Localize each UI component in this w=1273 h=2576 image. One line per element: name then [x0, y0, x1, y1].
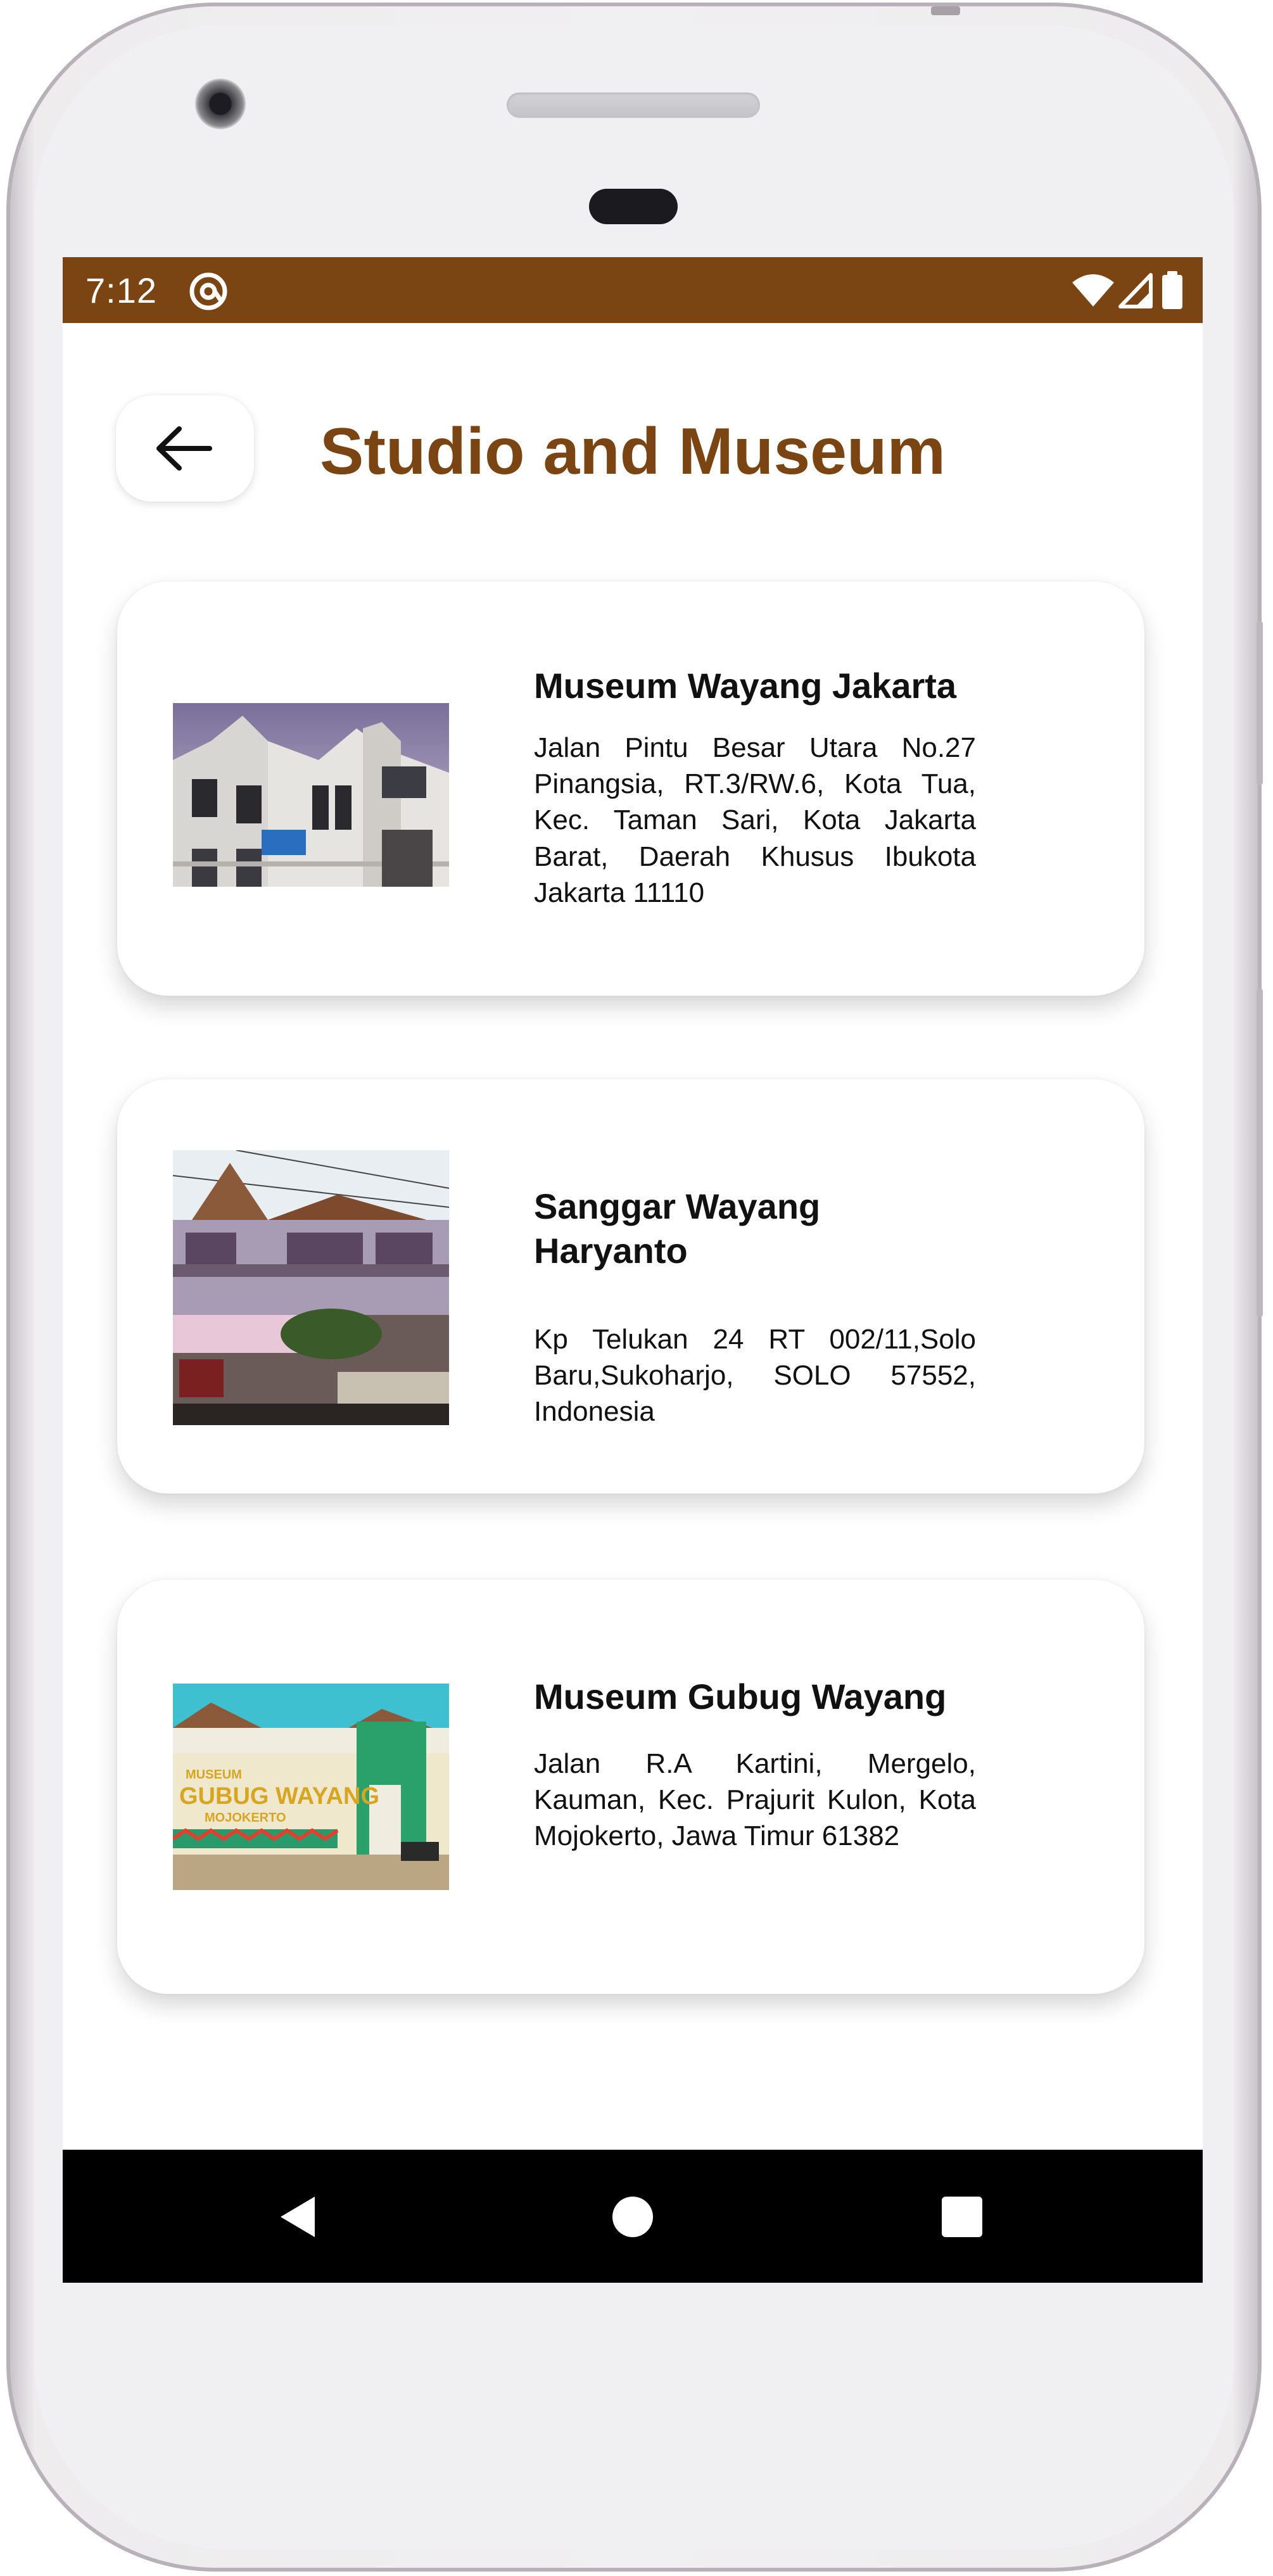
power-button: [1257, 621, 1263, 785]
museum-sign-text: GUBUG WAYANG: [179, 1783, 379, 1810]
place-address: Jalan R.A Kartini, Mergelo, Kauman, Kec.…: [534, 1748, 976, 1852]
place-image: [173, 1150, 449, 1425]
back-button[interactable]: [116, 395, 254, 502]
proximity-sensor: [589, 189, 678, 224]
home-circle-icon[interactable]: [610, 2194, 656, 2240]
place-address: Jalan Pintu Besar Utara No.27 Pinangsia,…: [534, 732, 976, 908]
place-info: Museum Wayang Jakarta Jalan Pintu Besar …: [534, 664, 976, 911]
earpiece-speaker: [507, 92, 760, 118]
front-camera: [195, 79, 246, 129]
place-image: [173, 703, 449, 887]
museum-gubug-wayang-photo: MUSEUM GUBUG WAYANG MOJOKERTO: [173, 1684, 449, 1890]
place-name: Sanggar Wayang Haryanto: [534, 1186, 821, 1271]
top-edge-button: [931, 6, 960, 15]
place-image: MUSEUM GUBUG WAYANG MOJOKERTO: [173, 1684, 449, 1890]
place-address: Kp Telukan 24 RT 002/11,Solo Baru,Sukoha…: [534, 1324, 976, 1428]
back-triangle-icon[interactable]: [277, 2194, 322, 2240]
wifi-icon: [1072, 274, 1114, 307]
place-name: Museum Gubug Wayang: [534, 1677, 947, 1716]
volume-button: [1257, 988, 1263, 1317]
status-time: 7:12: [86, 270, 157, 310]
app-screen: 7:12 Studio and Museum Museum Wayang Jak…: [63, 257, 1203, 2283]
cell-signal-icon: [1118, 273, 1153, 308]
museum-building-photo: [173, 703, 449, 887]
studio-house-photo: [173, 1150, 449, 1425]
place-info: Sanggar Wayang Haryanto Kp Telukan 24 RT…: [534, 1184, 976, 1430]
arrow-left-icon: [156, 426, 212, 471]
place-card-sanggar-wayang-haryanto[interactable]: Sanggar Wayang Haryanto Kp Telukan 24 RT…: [117, 1079, 1144, 1494]
system-nav-bar: [63, 2150, 1203, 2283]
status-bar: 7:12: [63, 257, 1203, 323]
place-info: Museum Gubug Wayang Jalan R.A Kartini, M…: [534, 1675, 976, 1855]
battery-icon: [1162, 271, 1182, 309]
page-title: Studio and Museum: [320, 415, 946, 488]
place-card-museum-wayang-jakarta[interactable]: Museum Wayang Jakarta Jalan Pintu Besar …: [117, 581, 1144, 996]
place-card-museum-gubug-wayang[interactable]: MUSEUM GUBUG WAYANG MOJOKERTO Museum Gub…: [117, 1580, 1144, 1994]
museum-sign-text: MUSEUM: [186, 1768, 242, 1782]
recents-square-icon[interactable]: [939, 2194, 985, 2240]
museum-sign-text: MOJOKERTO: [205, 1811, 286, 1825]
place-name: Museum Wayang Jakarta: [534, 666, 957, 706]
at-sign-icon: [189, 272, 227, 310]
